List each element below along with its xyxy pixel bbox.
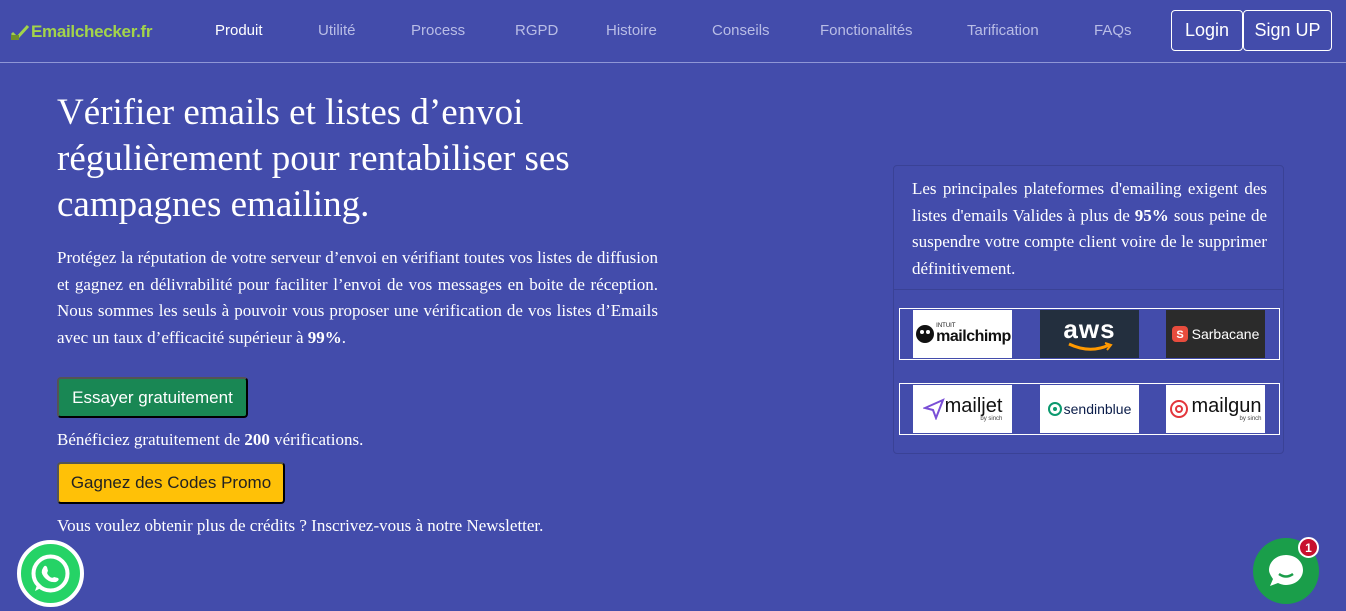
chat-notification-badge: 1 xyxy=(1298,537,1319,558)
nav-link-process[interactable]: Process xyxy=(411,22,465,39)
main-nav: Produit Utilité Process RGPD Histoire Co… xyxy=(0,0,1346,63)
aws-label: aws xyxy=(1063,314,1116,344)
mailchimp-icon xyxy=(916,325,935,343)
signup-button[interactable]: Sign UP xyxy=(1243,10,1332,51)
nav-link-histoire[interactable]: Histoire xyxy=(606,22,657,39)
free-verifications-text: Bénéficiez gratuitement de 200 vérificat… xyxy=(57,430,363,450)
free-text-before: Bénéficiez gratuitement de xyxy=(57,430,245,449)
mailgun-logo: mailgun by sinch xyxy=(1166,385,1265,433)
efficiency-rate: 99% xyxy=(307,327,342,347)
hero-description: Protégez la réputation de votre serveur … xyxy=(57,245,658,351)
try-free-button[interactable]: Essayer gratuitement xyxy=(57,377,248,418)
platforms-info-card: Les principales plateformes d'emailing e… xyxy=(893,165,1284,454)
mailchimp-logo: INTUIT mailchimp xyxy=(913,310,1012,358)
whatsapp-icon xyxy=(31,554,70,593)
mailjet-label: mailjet xyxy=(944,395,1003,417)
mailchimp-label: mailchimp xyxy=(936,328,1011,345)
mailgun-label: mailgun xyxy=(1191,395,1262,417)
login-button[interactable]: Login xyxy=(1171,10,1243,51)
sendinblue-icon xyxy=(1047,402,1062,416)
logo-row-1: INTUIT mailchimp aws S Sarbacane xyxy=(899,308,1280,360)
nav-link-produit[interactable]: Produit xyxy=(215,22,263,39)
mailjet-sub: by sinch xyxy=(980,416,1003,422)
svg-text:S: S xyxy=(1176,329,1183,341)
hero-description-end: . xyxy=(341,327,347,347)
nav-link-fonctionalites[interactable]: Fonctionalités xyxy=(820,22,913,39)
nav-link-utilite[interactable]: Utilité xyxy=(318,22,356,39)
free-text-after: vérifications. xyxy=(269,430,364,449)
mailgun-icon xyxy=(1170,400,1189,418)
logo-row-2: mailjet by sinch sendinblue mailgun by s… xyxy=(899,383,1280,435)
platforms-info-text: Les principales plateformes d'emailing e… xyxy=(912,176,1267,282)
nav-link-faqs[interactable]: FAQs xyxy=(1094,22,1132,39)
aws-smile-icon xyxy=(1067,342,1113,351)
whatsapp-button[interactable] xyxy=(17,540,84,607)
nav-link-rgpd[interactable]: RGPD xyxy=(515,22,558,39)
validity-rate: 95% xyxy=(1134,205,1169,225)
mailgun-sub: by sinch xyxy=(1239,416,1262,422)
mailjet-plane-icon xyxy=(922,398,945,420)
promo-codes-button[interactable]: Gagnez des Codes Promo xyxy=(57,462,285,504)
sarbacane-icon: S xyxy=(1171,326,1188,342)
mailjet-logo: mailjet by sinch xyxy=(913,385,1012,433)
newsletter-text: Vous voulez obtenir plus de crédits ? In… xyxy=(57,516,544,535)
hero-description-text: Protégez la réputation de votre serveur … xyxy=(57,248,658,347)
aws-logo: aws xyxy=(1040,310,1139,358)
sarbacane-label: Sarbacane xyxy=(1191,326,1260,342)
free-count: 200 xyxy=(244,430,270,449)
card-divider xyxy=(894,289,1283,290)
nav-link-tarification[interactable]: Tarification xyxy=(967,22,1039,39)
hero-title: Vérifier emails et listes d’envoi réguli… xyxy=(57,92,570,225)
sendinblue-label: sendinblue xyxy=(1063,401,1132,417)
nav-link-conseils[interactable]: Conseils xyxy=(712,22,770,39)
sendinblue-logo: sendinblue xyxy=(1040,385,1139,433)
top-navbar: Email checker.fr Produit Utilité Process … xyxy=(0,0,1346,63)
sarbacane-logo: S Sarbacane xyxy=(1166,310,1265,358)
